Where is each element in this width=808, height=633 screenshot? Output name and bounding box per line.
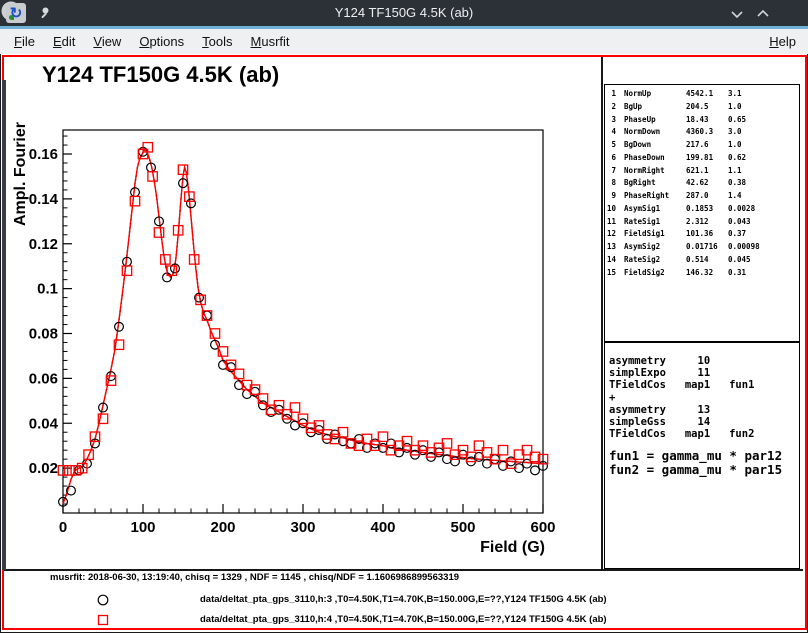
svg-text:0.12: 0.12 [29, 236, 58, 253]
legend-entry-h4: data/deltat_pta_gps_3110,h:4 ,T0=4.50K,T… [0, 612, 790, 628]
parameter-row: 9PhaseRight287.01.4 [605, 191, 799, 204]
theory-functions: fun1 = gamma_mu * par12 fun2 = gamma_mu … [609, 449, 799, 477]
svg-text:500: 500 [450, 519, 475, 536]
parameter-row: 3PhaseUp18.430.65 [605, 115, 799, 128]
application-window: ↻ Y124 TF150G 4.5K (ab) File Edit View O… [0, 0, 808, 633]
legend-entry-h3: data/deltat_pta_gps_3110,h:3 ,T0=4.50K,T… [0, 592, 790, 608]
plot-title: Y124 TF150G 4.5K (ab) [42, 62, 279, 87]
x-axis-title: Field (G) [480, 539, 545, 556]
plot-content: 0 100 200 300 400 500 600 0.02 0.04 0.06 0.08 0.1 0.… [29, 136, 556, 536]
parameter-row: 1NormUp4542.13.1 [605, 89, 799, 102]
menu-help[interactable]: Help [757, 29, 808, 54]
svg-text:200: 200 [210, 519, 235, 536]
pad-divider-horizontal [3, 569, 803, 571]
menu-edit[interactable]: Edit [44, 29, 84, 54]
parameter-row: 12FieldSig1101.360.37 [605, 229, 799, 242]
svg-text:600: 600 [530, 519, 555, 536]
parameter-row: 2BgUp204.51.0 [605, 102, 799, 115]
svg-text:0.1: 0.1 [37, 281, 58, 298]
fit-info-line: musrfit: 2018-06-30, 13:19:40, chisq = 1… [50, 572, 459, 583]
parameter-row: 7NormRight621.11.1 [605, 166, 799, 179]
svg-text:400: 400 [370, 519, 395, 536]
parameter-row: 11RateSig12.3120.043 [605, 217, 799, 230]
pad-divider-vertical [601, 57, 603, 570]
parameter-row: 15FieldSig2146.320.31 [605, 268, 799, 281]
parameter-row: 14RateSig20.5140.045 [605, 255, 799, 268]
fourier-plot[interactable]: Y124 TF150G 4.5K (ab) 0 100 200 300 400 500 60… [0, 54, 606, 570]
square-marker-icon [96, 613, 110, 627]
maximize-button[interactable] [752, 3, 774, 25]
legend-label-h3: data/deltat_pta_gps_3110,h:3 ,T0=4.50K,T… [200, 594, 607, 605]
svg-text:0.04: 0.04 [29, 415, 59, 432]
menu-options[interactable]: Options [130, 29, 193, 54]
menu-view[interactable]: View [84, 29, 130, 54]
menu-tools[interactable]: Tools [193, 29, 241, 54]
theory-box[interactable]: asymmetry 10 simplExpo 11 TFieldCos map1… [604, 342, 800, 569]
parameter-row: 5BgDown217.61.0 [605, 140, 799, 153]
svg-text:0: 0 [59, 519, 67, 536]
svg-text:300: 300 [290, 519, 315, 536]
svg-text:0.08: 0.08 [29, 326, 58, 343]
window-title: Y124 TF150G 4.5K (ab) [0, 0, 808, 26]
svg-text:0.16: 0.16 [29, 146, 58, 163]
menu-musrfit[interactable]: Musrfit [242, 29, 299, 54]
parameter-row: 13AsymSig20.017160.00098 [605, 242, 799, 255]
parameter-row: 8BgRight42.620.38 [605, 178, 799, 191]
theory-components: asymmetry 10 simplExpo 11 TFieldCos map1… [609, 355, 799, 440]
parameter-row: 4NormDown4360.33.0 [605, 127, 799, 140]
parameter-rows: 1NormUp4542.13.12BgUp204.51.03PhaseUp18.… [605, 89, 799, 280]
minimize-button[interactable] [726, 3, 748, 25]
menu-file[interactable]: File [0, 29, 44, 54]
parameter-row: 10AsymSig10.18530.0028 [605, 204, 799, 217]
svg-text:0.02: 0.02 [29, 460, 58, 477]
y-axis-title: Ampl. Fourier [12, 122, 29, 226]
svg-text:0.06: 0.06 [29, 370, 58, 387]
circle-marker-icon [96, 593, 110, 607]
parameter-box[interactable]: 1NormUp4542.13.12BgUp204.51.03PhaseUp18.… [604, 84, 800, 342]
menu-bar: File Edit View Options Tools Musrfit Hel… [0, 29, 808, 54]
title-bar: ↻ Y124 TF150G 4.5K (ab) [0, 0, 808, 26]
svg-text:0.14: 0.14 [29, 191, 59, 208]
parameter-row: 6PhaseDown199.810.62 [605, 153, 799, 166]
svg-text:100: 100 [130, 519, 155, 536]
legend-label-h4: data/deltat_pta_gps_3110,h:4 ,T0=4.50K,T… [200, 614, 607, 625]
pad-left-border [2, 80, 6, 570]
